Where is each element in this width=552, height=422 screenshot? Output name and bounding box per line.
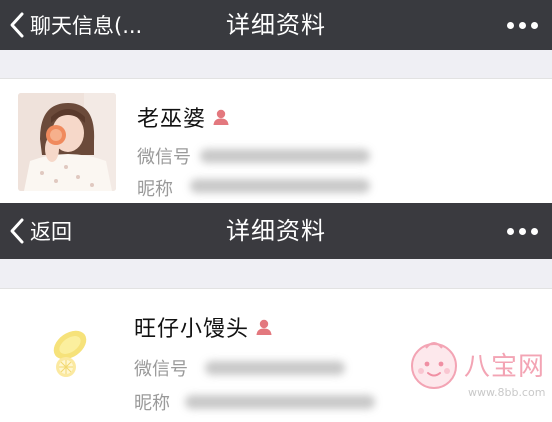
redacted-nickname [190, 179, 370, 193]
female-icon [213, 109, 229, 125]
back-button[interactable]: 聊天信息(... [8, 0, 142, 50]
more-dots-icon [507, 227, 514, 235]
watermark-url: www.8bb.com [468, 386, 546, 399]
redacted-wechat-id [205, 361, 345, 375]
profile-screen-1: 聊天信息(... 详细资料 老巫婆 微信号 昵称 [0, 0, 552, 203]
profile-card: 老巫婆 微信号 昵称 [0, 78, 552, 203]
female-icon [256, 319, 272, 335]
back-label: 聊天信息(... [30, 14, 143, 38]
avatar[interactable] [18, 93, 116, 191]
site-watermark: 八宝网 www.8bb.com [406, 336, 546, 420]
top-nav-bar: 聊天信息(... 详细资料 [0, 0, 552, 50]
more-options-button[interactable] [507, 203, 538, 259]
wechat-id-label: 微信号 [137, 147, 191, 168]
redacted-nickname [185, 395, 375, 409]
nickname-label: 昵称 [137, 179, 173, 200]
back-button[interactable]: 返回 [8, 203, 72, 259]
baby-face-logo-icon [411, 342, 457, 389]
avatar[interactable] [40, 307, 122, 389]
avatar-girl-image [18, 93, 116, 191]
chevron-left-icon [10, 218, 24, 244]
more-dots-icon [507, 21, 514, 29]
watermark-text: 八宝网 [464, 352, 546, 382]
back-label: 返回 [30, 220, 72, 244]
more-options-button[interactable] [507, 0, 538, 50]
redacted-wechat-id [200, 149, 370, 163]
profile-screen-2: 返回 详细资料 旺仔小馒头 微信号 昵称 八宝网 www.8bb.com [0, 203, 552, 422]
nickname-label: 昵称 [134, 393, 170, 414]
contact-name: 旺仔小馒头 [134, 317, 250, 342]
avatar-lemon-image [40, 307, 122, 389]
page-title: 详细资料 [226, 217, 326, 245]
top-nav-bar: 返回 详细资料 [0, 203, 552, 259]
name-row: 旺仔小馒头 [134, 311, 273, 343]
name-row: 老巫婆 [137, 101, 230, 133]
chevron-left-icon [10, 12, 24, 38]
contact-name: 老巫婆 [137, 107, 207, 132]
wechat-id-label: 微信号 [134, 359, 188, 380]
